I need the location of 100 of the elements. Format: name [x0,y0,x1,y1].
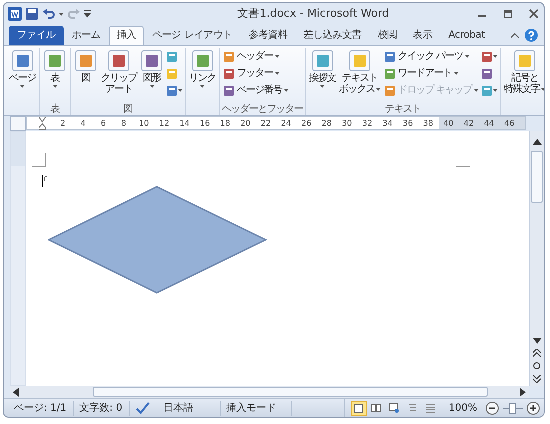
mode-indicator[interactable]: 挿入モード [220,400,292,416]
ribbon-button[interactable]: ワードアート [383,66,480,81]
ribbon-tab[interactable]: ホーム [64,26,109,45]
zoom-level[interactable]: 100% [448,400,478,416]
ribbon-button[interactable]: 表 [42,48,68,102]
ruler-number: 22 [260,118,272,130]
maximize-icon[interactable] [502,9,514,19]
customize-icon[interactable] [84,10,91,18]
ribbon-tab[interactable]: 挿入 [108,26,144,45]
ribbon-icon [223,68,235,80]
next-page-icon[interactable] [533,375,541,383]
undo-icon[interactable] [42,7,56,21]
ribbon-icon [107,49,131,73]
ribbon-icon [10,49,34,73]
ruler-number: 12 [159,118,170,130]
caret-icon [376,88,381,91]
zoom-out-icon[interactable] [486,402,498,414]
ribbon-icon [43,49,67,73]
ribbon-icon [166,68,178,80]
ribbon-button[interactable]: ページ [8,48,37,102]
ribbon-button[interactable]: クイック パーツ [383,49,480,64]
outline-view-icon [407,402,418,414]
ribbon-button[interactable] [481,49,498,64]
collapse-icon[interactable] [511,33,519,38]
ribbon-icon [74,49,98,73]
ribbon-icon [166,50,178,62]
ribbon-button[interactable]: クリップ アート [100,48,138,102]
group-label: 表 [50,102,61,115]
ribbon-icon [190,49,214,73]
ribbon-tab[interactable]: Acrobat [440,26,494,45]
ruler-number: 26 [302,118,312,130]
view-button[interactable] [350,400,367,416]
text-cursor-icon [42,175,48,187]
ruler-number: 16 [200,118,210,130]
ribbon-button[interactable] [481,83,498,98]
caret-icon [493,55,498,58]
language-indicator[interactable]: 日本語 [164,400,214,416]
ribbon-tab[interactable]: 校閲 [370,26,406,45]
zoom-in-icon[interactable] [527,402,540,414]
app-icon[interactable] [8,7,22,21]
print-view-icon [353,402,364,414]
ribbon-tab[interactable]: ファイル [9,26,64,45]
caret-icon [474,89,480,92]
ribbon-button[interactable]: テキスト ボックス [338,48,382,102]
caret-icon [59,12,64,16]
caret-icon [275,55,280,58]
proofing-icon[interactable] [136,402,150,414]
ruler-number: 18 [220,118,230,130]
ribbon-button[interactable]: ヘッダー [222,49,303,64]
scroll-up-icon[interactable] [532,139,542,145]
scroll-down-icon[interactable] [532,338,542,344]
caret-icon [493,89,498,92]
caret-icon [178,89,183,92]
caret-icon [465,55,470,58]
indent-marker-icon[interactable] [39,117,46,130]
scroll-thumb[interactable] [531,151,543,203]
ruler-number: 46 [504,118,515,130]
ribbon-button[interactable]: ページ番号 [222,83,303,98]
previous-page-icon[interactable] [533,349,541,357]
browse-object-icon[interactable] [533,362,541,370]
ribbon-button[interactable]: リンク [188,48,217,102]
ruler-number: 24 [281,118,292,130]
ribbon-button[interactable]: 図形 [139,48,165,102]
scroll-left-icon[interactable] [13,388,19,396]
help-icon[interactable] [525,29,538,42]
ribbon-button[interactable]: フッター [222,66,303,81]
ribbon-icon [481,84,494,96]
ribbon-button[interactable]: 記号と 特殊文字 [503,48,544,102]
caret-icon [284,89,289,92]
ribbon-icon [384,68,396,80]
web-view-icon [389,402,400,414]
ribbon-button[interactable] [166,83,183,98]
ruler-number: 20 [240,118,251,130]
ribbon-icon [384,50,396,62]
ribbon-icon [223,50,235,62]
ribbon-button[interactable]: 挨拶文 [308,48,337,102]
caret-icon [320,84,325,88]
ruler-number: 40 [444,118,454,130]
ruler-number: 10 [139,118,150,130]
ribbon-tab[interactable]: 表示 [405,26,441,45]
page-count[interactable]: ページ: 1/1 [8,400,74,416]
ribbon-tab[interactable]: 参考資料 [240,26,296,45]
ribbon-tab[interactable]: ページ レイアウト [144,26,241,45]
caret-icon [454,72,459,75]
group-label: テキスト [384,103,422,115]
ruler-number: 8 [121,118,126,130]
group-label: ヘッダーとフッター [222,103,303,115]
window-title: 文書1.docx - Microsoft Word [236,6,390,22]
scroll-thumb[interactable] [93,387,488,397]
save-icon[interactable] [25,7,39,21]
ribbon-tab[interactable]: 差し込み文書 [296,26,370,45]
ruler-number: 4 [80,118,86,130]
ribbon-icon [481,68,494,80]
ruler-number: 32 [362,118,373,130]
word-count[interactable]: 文字数: 0 [74,400,130,416]
scroll-right-icon[interactable] [520,388,526,396]
margin-corner [456,153,470,167]
slider-thumb[interactable] [509,402,516,414]
ribbon-button[interactable]: 図 [73,48,99,102]
close-icon[interactable] [528,9,540,19]
